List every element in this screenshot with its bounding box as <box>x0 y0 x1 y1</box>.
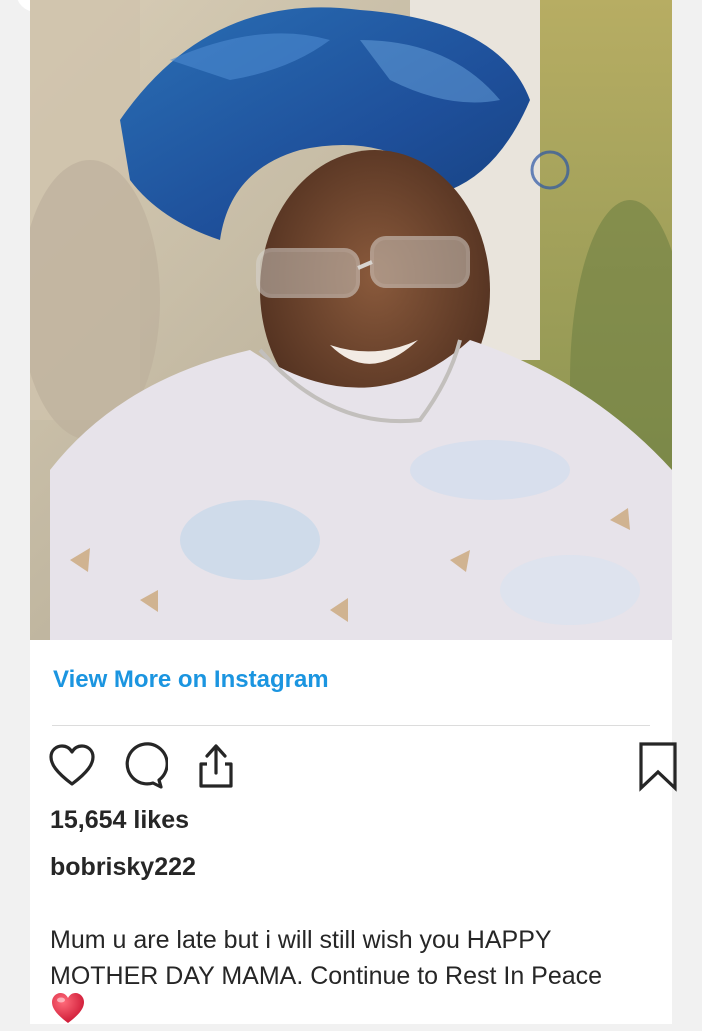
comment-icon[interactable] <box>116 740 168 792</box>
post-photo[interactable] <box>30 0 672 640</box>
caption-line-2: MOTHER DAY MAMA. Continue to Rest In Pea… <box>50 962 603 990</box>
divider <box>52 725 650 726</box>
bookmark-icon[interactable] <box>632 740 684 792</box>
action-bar <box>46 740 677 792</box>
post-caption: Mum u are late but i will still wish you… <box>50 922 660 994</box>
heart-emoji-icon <box>50 990 86 1026</box>
heart-icon[interactable] <box>46 740 98 792</box>
likes-count[interactable]: 15,654 likes <box>50 806 189 835</box>
view-more-link[interactable]: View More on Instagram <box>53 666 329 694</box>
instagram-embed-card: View More on Instagram 15,654 likes bobr… <box>30 0 677 1026</box>
caption-line-1: Mum u are late but i will still wish you… <box>50 926 552 954</box>
portrait-image <box>30 0 672 640</box>
share-icon[interactable] <box>186 740 238 792</box>
post-username[interactable]: bobrisky222 <box>50 853 196 882</box>
